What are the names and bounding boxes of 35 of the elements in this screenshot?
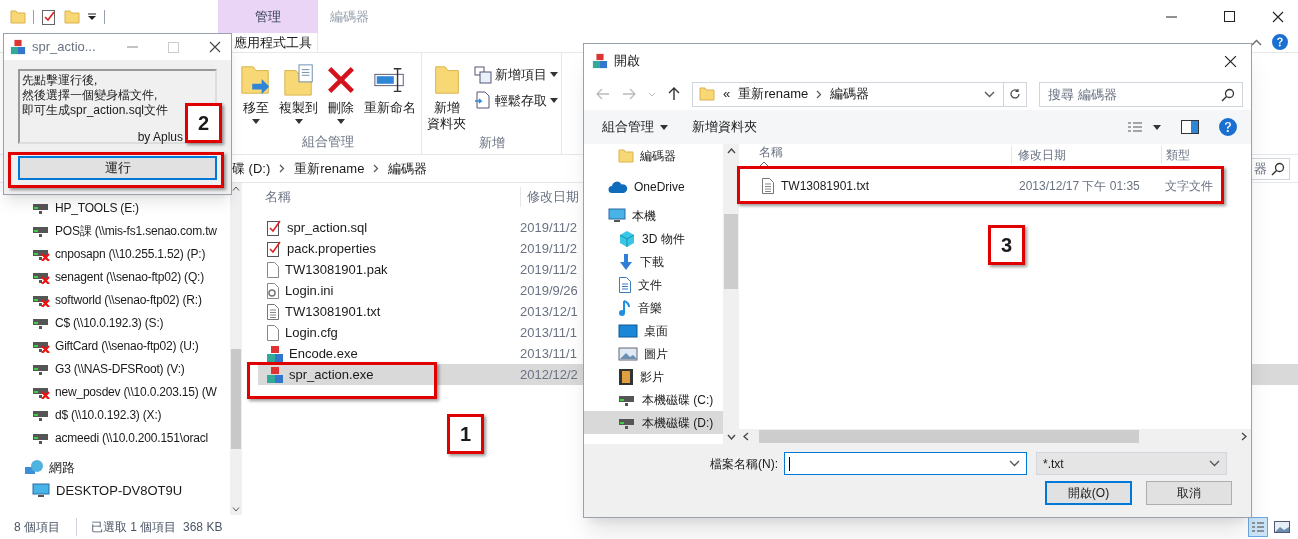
status-text: 已選取 1 個項目 368 KB [76,518,223,536]
file-date: 2012/12/2 [520,365,578,384]
message-line: 然後選擇一個變身檔文件, [22,88,159,103]
signature: by Aplus [137,130,184,145]
file-name: TW13081901.txt [285,302,381,321]
file-date: 2013/12/17 下午 01:35 [1018,178,1141,195]
file-name: Login.cfg [285,323,338,342]
file-date: 2019/11/2 [520,260,577,279]
step-number: 2 [185,103,222,143]
file-name: Login.ini [285,281,334,300]
file-name: pack.properties [287,239,376,258]
file-date: 2013/11/1 [520,344,577,363]
message-line: 即可生成spr_action.sql文件 [22,103,170,118]
step-number: 3 [988,225,1025,265]
file-name: Encode.exe [289,344,358,363]
file-type: 文字文件 [1164,178,1213,195]
window-title: 編碼器 [329,7,370,26]
field-label: 檔案名稱(N): [709,455,779,473]
ribbon-group-label: 新增 [477,134,506,153]
status-text: 8 個項目 [13,519,60,536]
file-name: TW13081901.txt [781,178,870,195]
file-name: TW13081901.pak [285,260,388,279]
ribbon-group-label: 組合管理 [300,133,355,152]
file-date: 2019/11/2 [520,218,577,237]
window-title: spr_actio... [32,38,96,57]
step-number: 1 [447,414,484,454]
file-date: 2019/11/2 [520,239,577,258]
dialog-title: 開啟 [614,52,640,71]
file-date: 2013/11/1 [520,323,577,342]
message-line: 先點擊運行後, [22,73,99,88]
file-name: spr_action.exe [289,365,374,384]
file-name: spr_action.sql [287,218,368,237]
file-date: 2013/12/1 [520,302,578,321]
context-tab-header: 管理 [218,0,318,33]
file-date: 2019/9/26 [520,281,578,300]
